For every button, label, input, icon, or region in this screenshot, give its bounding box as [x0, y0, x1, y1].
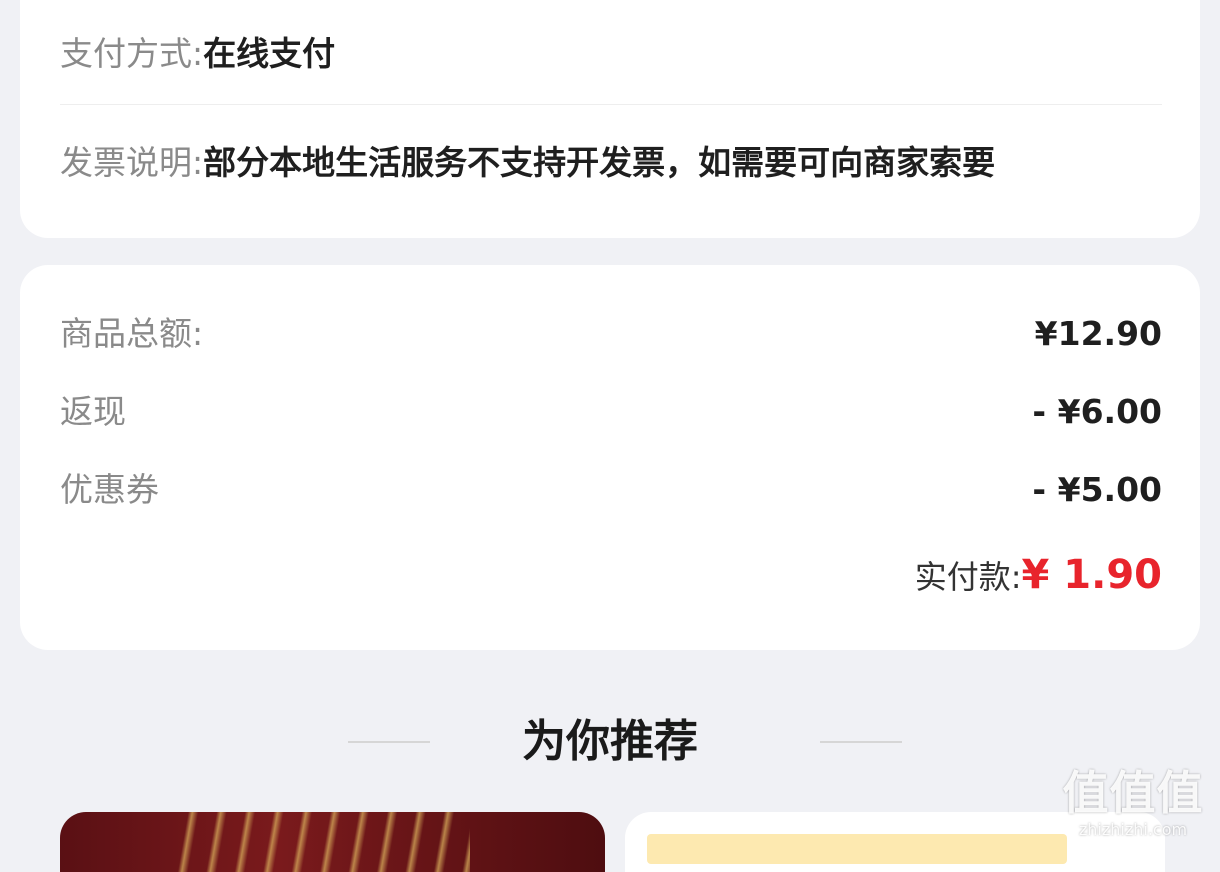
actual-paid-value: ¥ 1.90	[1021, 552, 1162, 598]
recommend-section-title: 为你推荐	[522, 716, 698, 767]
cashback-label: 返现	[60, 392, 126, 431]
cashback-value: - ¥6.00	[1032, 392, 1162, 431]
watermark-brand: 值值值	[1062, 766, 1204, 820]
watermark-domain: zhizhizhi.com	[1078, 820, 1188, 839]
invoice-note-label: 发票说明:	[60, 143, 204, 182]
recommend-product-image[interactable]	[60, 812, 605, 872]
product-title-highlight	[647, 834, 1067, 864]
invoice-note-row: 发票说明:部分本地生活服务不支持开发票，如需要可向商家索要	[60, 141, 1160, 185]
watermark-logo: 值值值 zhizhizhi.com	[1058, 766, 1208, 840]
invoice-note-value: 部分本地生活服务不支持开发票，如需要可向商家索要	[203, 143, 996, 182]
cashback-row: 返现 - ¥6.00	[60, 389, 1162, 435]
payment-method-row: 支付方式:在线支付	[60, 32, 1160, 76]
amount-summary-card: 商品总额: ¥12.90 返现 - ¥6.00 优惠券 - ¥5.00 实付款:…	[20, 265, 1200, 650]
subtotal-row: 商品总额: ¥12.90	[60, 311, 1162, 357]
actual-paid-label: 实付款:	[914, 558, 1022, 596]
product-image-artwork	[170, 812, 470, 872]
coupon-row: 优惠券 - ¥5.00	[60, 467, 1162, 513]
divider	[60, 104, 1162, 105]
coupon-value: - ¥5.00	[1032, 470, 1162, 509]
coupon-label: 优惠券	[60, 470, 159, 509]
payment-method-value: 在线支付	[203, 34, 336, 73]
subtotal-value: ¥12.90	[1034, 314, 1162, 353]
order-info-card: 支付方式:在线支付 发票说明:部分本地生活服务不支持开发票，如需要可向商家索要	[20, 0, 1200, 238]
payment-method-label: 支付方式:	[60, 34, 204, 73]
recommend-right-divider	[820, 741, 902, 743]
subtotal-label: 商品总额:	[60, 314, 204, 353]
actual-paid-row: 实付款:¥ 1.90	[915, 552, 1162, 606]
